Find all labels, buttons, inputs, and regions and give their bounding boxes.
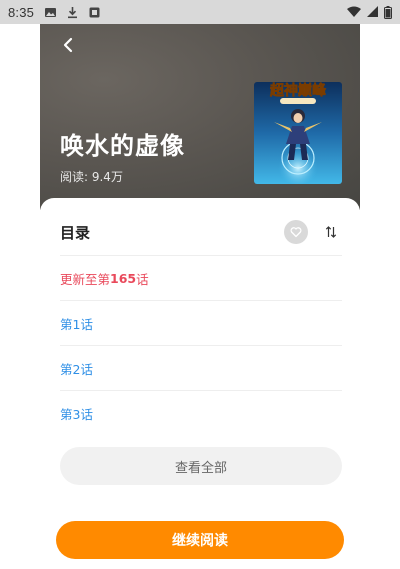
favorite-button[interactable] (284, 220, 308, 244)
chapter-row[interactable]: 第1话 (60, 300, 342, 345)
chapter-row[interactable]: 第2话 (60, 345, 342, 390)
read-count: 阅读: 9.4万 (60, 170, 123, 184)
wifi-icon (347, 6, 361, 17)
heart-icon (290, 227, 302, 238)
image-icon (45, 7, 57, 17)
download-icon (68, 6, 78, 18)
update-number: 165 (110, 270, 137, 286)
latest-update-row[interactable]: 更新至第 165 话 (60, 255, 342, 300)
sort-button[interactable] (322, 222, 340, 242)
chapter-list: 更新至第 165 话 第1话 第2话 第3话 (60, 255, 342, 435)
notification-icon (89, 7, 100, 17)
catalog-header: 目录 (60, 216, 342, 250)
status-time: 8:35 (8, 4, 35, 20)
cover-title-text: 超神巅峰 (269, 82, 327, 99)
sort-icon (325, 226, 337, 238)
signal-icon (367, 6, 378, 17)
comic-cover: 超神巅峰 (254, 82, 342, 184)
catalog-label: 目录 (60, 224, 91, 242)
update-prefix: 更新至第 (60, 271, 111, 287)
comic-title: 唤水的虚像 (60, 132, 185, 160)
chapter-label: 第1话 (60, 316, 93, 332)
chapter-row[interactable]: 第3话 (60, 390, 342, 435)
chapter-label: 第2话 (60, 361, 93, 377)
battery-icon (384, 5, 392, 19)
status-bar: 8:35 (0, 0, 400, 24)
catalog-sheet: 目录 更新至第 165 话 第1话 第2话 第3话 查看全部 继续阅读 (40, 198, 360, 569)
view-all-button[interactable]: 查看全部 (60, 447, 342, 485)
chapter-label: 第3话 (60, 406, 93, 422)
continue-reading-button[interactable]: 继续阅读 (56, 521, 344, 559)
comic-header: 唤水的虚像 阅读: 9.4万 超神巅峰 (40, 24, 360, 210)
chevron-left-icon[interactable] (60, 36, 78, 54)
update-suffix: 话 (136, 271, 149, 287)
